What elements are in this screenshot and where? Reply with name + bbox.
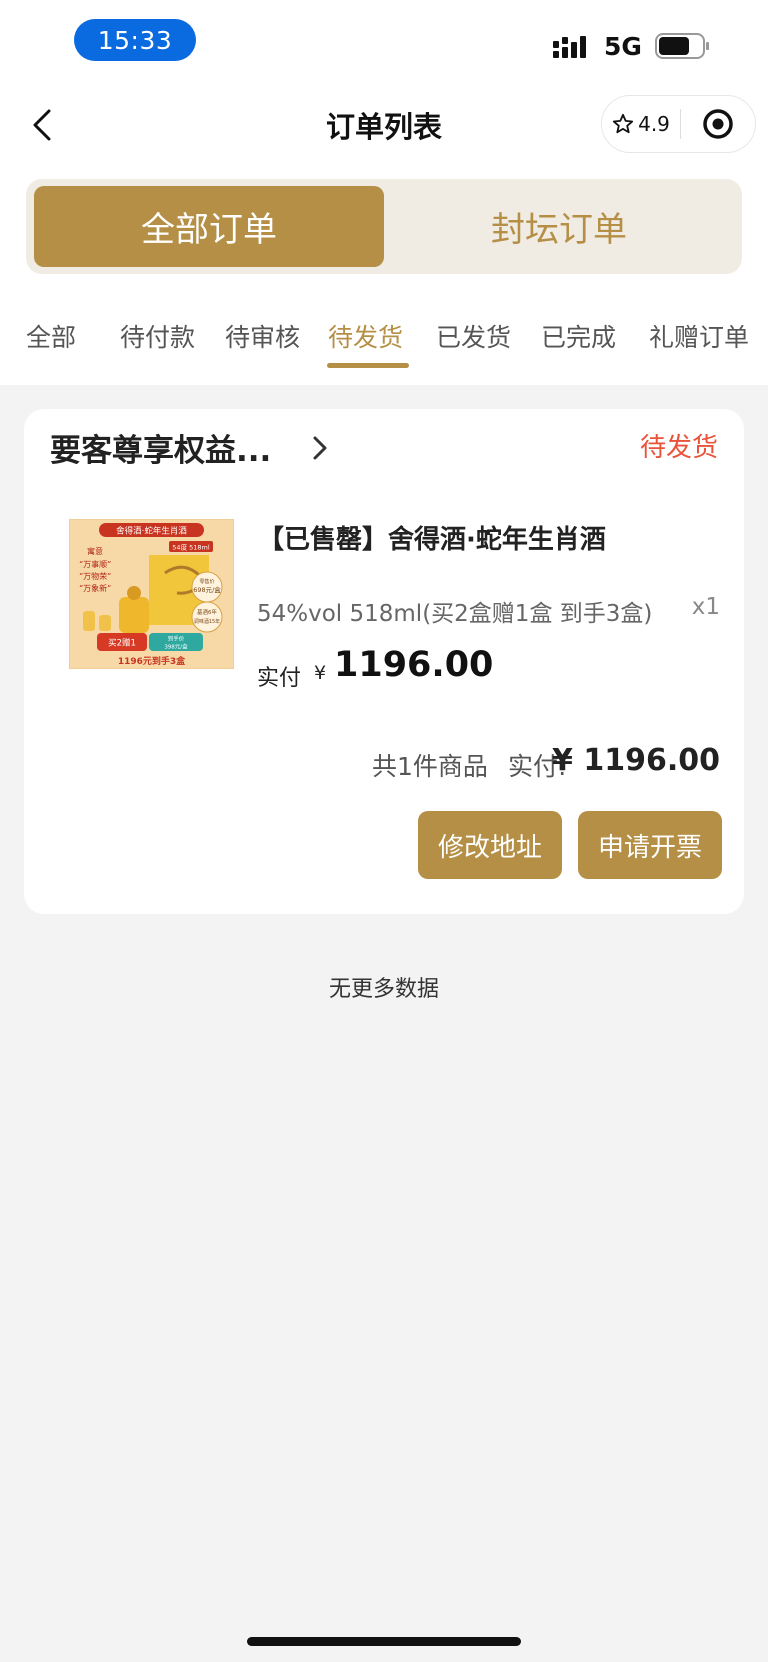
signal-icon — [553, 36, 586, 58]
target-icon — [703, 109, 733, 139]
product-currency: ¥ — [314, 662, 327, 684]
tab-pending-payment[interactable]: 待付款 — [120, 318, 195, 354]
product-paid-label: 实付 — [257, 666, 302, 691]
product-title[interactable]: 【已售罄】舍得酒·蛇年生肖酒 — [258, 519, 606, 556]
tab-completed[interactable]: 已完成 — [541, 318, 616, 354]
product-image-retail-value: 698元/盒 — [193, 585, 221, 594]
close-miniapp-button[interactable] — [681, 96, 755, 152]
status-time: 15:33 — [74, 19, 196, 61]
product-image[interactable]: 舍得酒·蛇年生肖酒 54度 518ml 寓意 “万事顺” “万物荣” “万象新”… — [69, 519, 234, 669]
product-image-tag: 54度 518ml — [172, 543, 210, 552]
product-image-slogan: “万物荣” — [79, 571, 111, 581]
no-more-data-text: 无更多数据 — [328, 977, 439, 1002]
product-spec: 54%vol 518ml(买2盒赠1盒 到手3盒) — [257, 601, 653, 627]
product-image-slogan: “万事顺” — [79, 559, 111, 569]
chevron-right-icon[interactable] — [308, 433, 332, 463]
product-quantity: x1 — [691, 594, 720, 620]
tab-all[interactable]: 全部 — [26, 318, 76, 354]
product-image-bottom-text: 1196元到手3盒 — [118, 655, 186, 667]
product-image-age: 基酒6年 — [197, 608, 217, 616]
summary-total: ¥ 1196.00 — [552, 743, 720, 778]
segment-all-orders[interactable]: 全部订单 — [34, 186, 384, 267]
shop-name[interactable]: 要客尊享权益... — [50, 425, 271, 470]
active-tab-indicator — [327, 363, 409, 368]
battery-icon — [655, 33, 709, 59]
product-image-slogan: 寓意 — [87, 546, 103, 556]
segment-sealed-orders[interactable]: 封坛订单 — [384, 186, 734, 267]
product-image-banner: 舍得酒·蛇年生肖酒 — [116, 526, 187, 537]
tab-pending-shipment[interactable]: 待发货 — [328, 318, 403, 354]
miniapp-capsule: 4.9 — [601, 95, 756, 153]
rating-button[interactable]: 4.9 — [602, 96, 680, 152]
star-icon — [613, 113, 634, 134]
network-type: 5G — [604, 32, 642, 61]
product-image-promo: 到手价 — [168, 635, 185, 643]
change-address-button[interactable]: 修改地址 — [418, 811, 562, 879]
order-status-badge: 待发货 — [639, 433, 718, 463]
product-image-promo: 买2赠1 — [108, 638, 136, 649]
summary-item-count: 共1件商品 — [372, 752, 488, 781]
tab-shipped[interactable]: 已发货 — [436, 318, 511, 354]
apply-invoice-button[interactable]: 申请开票 — [578, 811, 722, 879]
product-price: 1196.00 — [334, 645, 494, 685]
product-image-retail-label: 零售价 — [199, 578, 214, 585]
tab-gift-orders[interactable]: 礼赠订单 — [649, 318, 749, 354]
order-type-segment: 全部订单 封坛订单 — [26, 179, 742, 274]
product-image-promo: 398元/盒 — [164, 643, 188, 651]
order-card[interactable]: 要客尊享权益... 待发货 舍得酒·蛇年生肖酒 54度 518ml 寓意 “万事… — [24, 409, 744, 914]
tab-pending-review[interactable]: 待审核 — [225, 318, 300, 354]
product-image-age: 调味酒15年 — [194, 618, 220, 625]
product-image-slogan: “万象新” — [79, 583, 111, 593]
rating-value: 4.9 — [638, 112, 670, 136]
home-indicator[interactable] — [247, 1637, 521, 1646]
